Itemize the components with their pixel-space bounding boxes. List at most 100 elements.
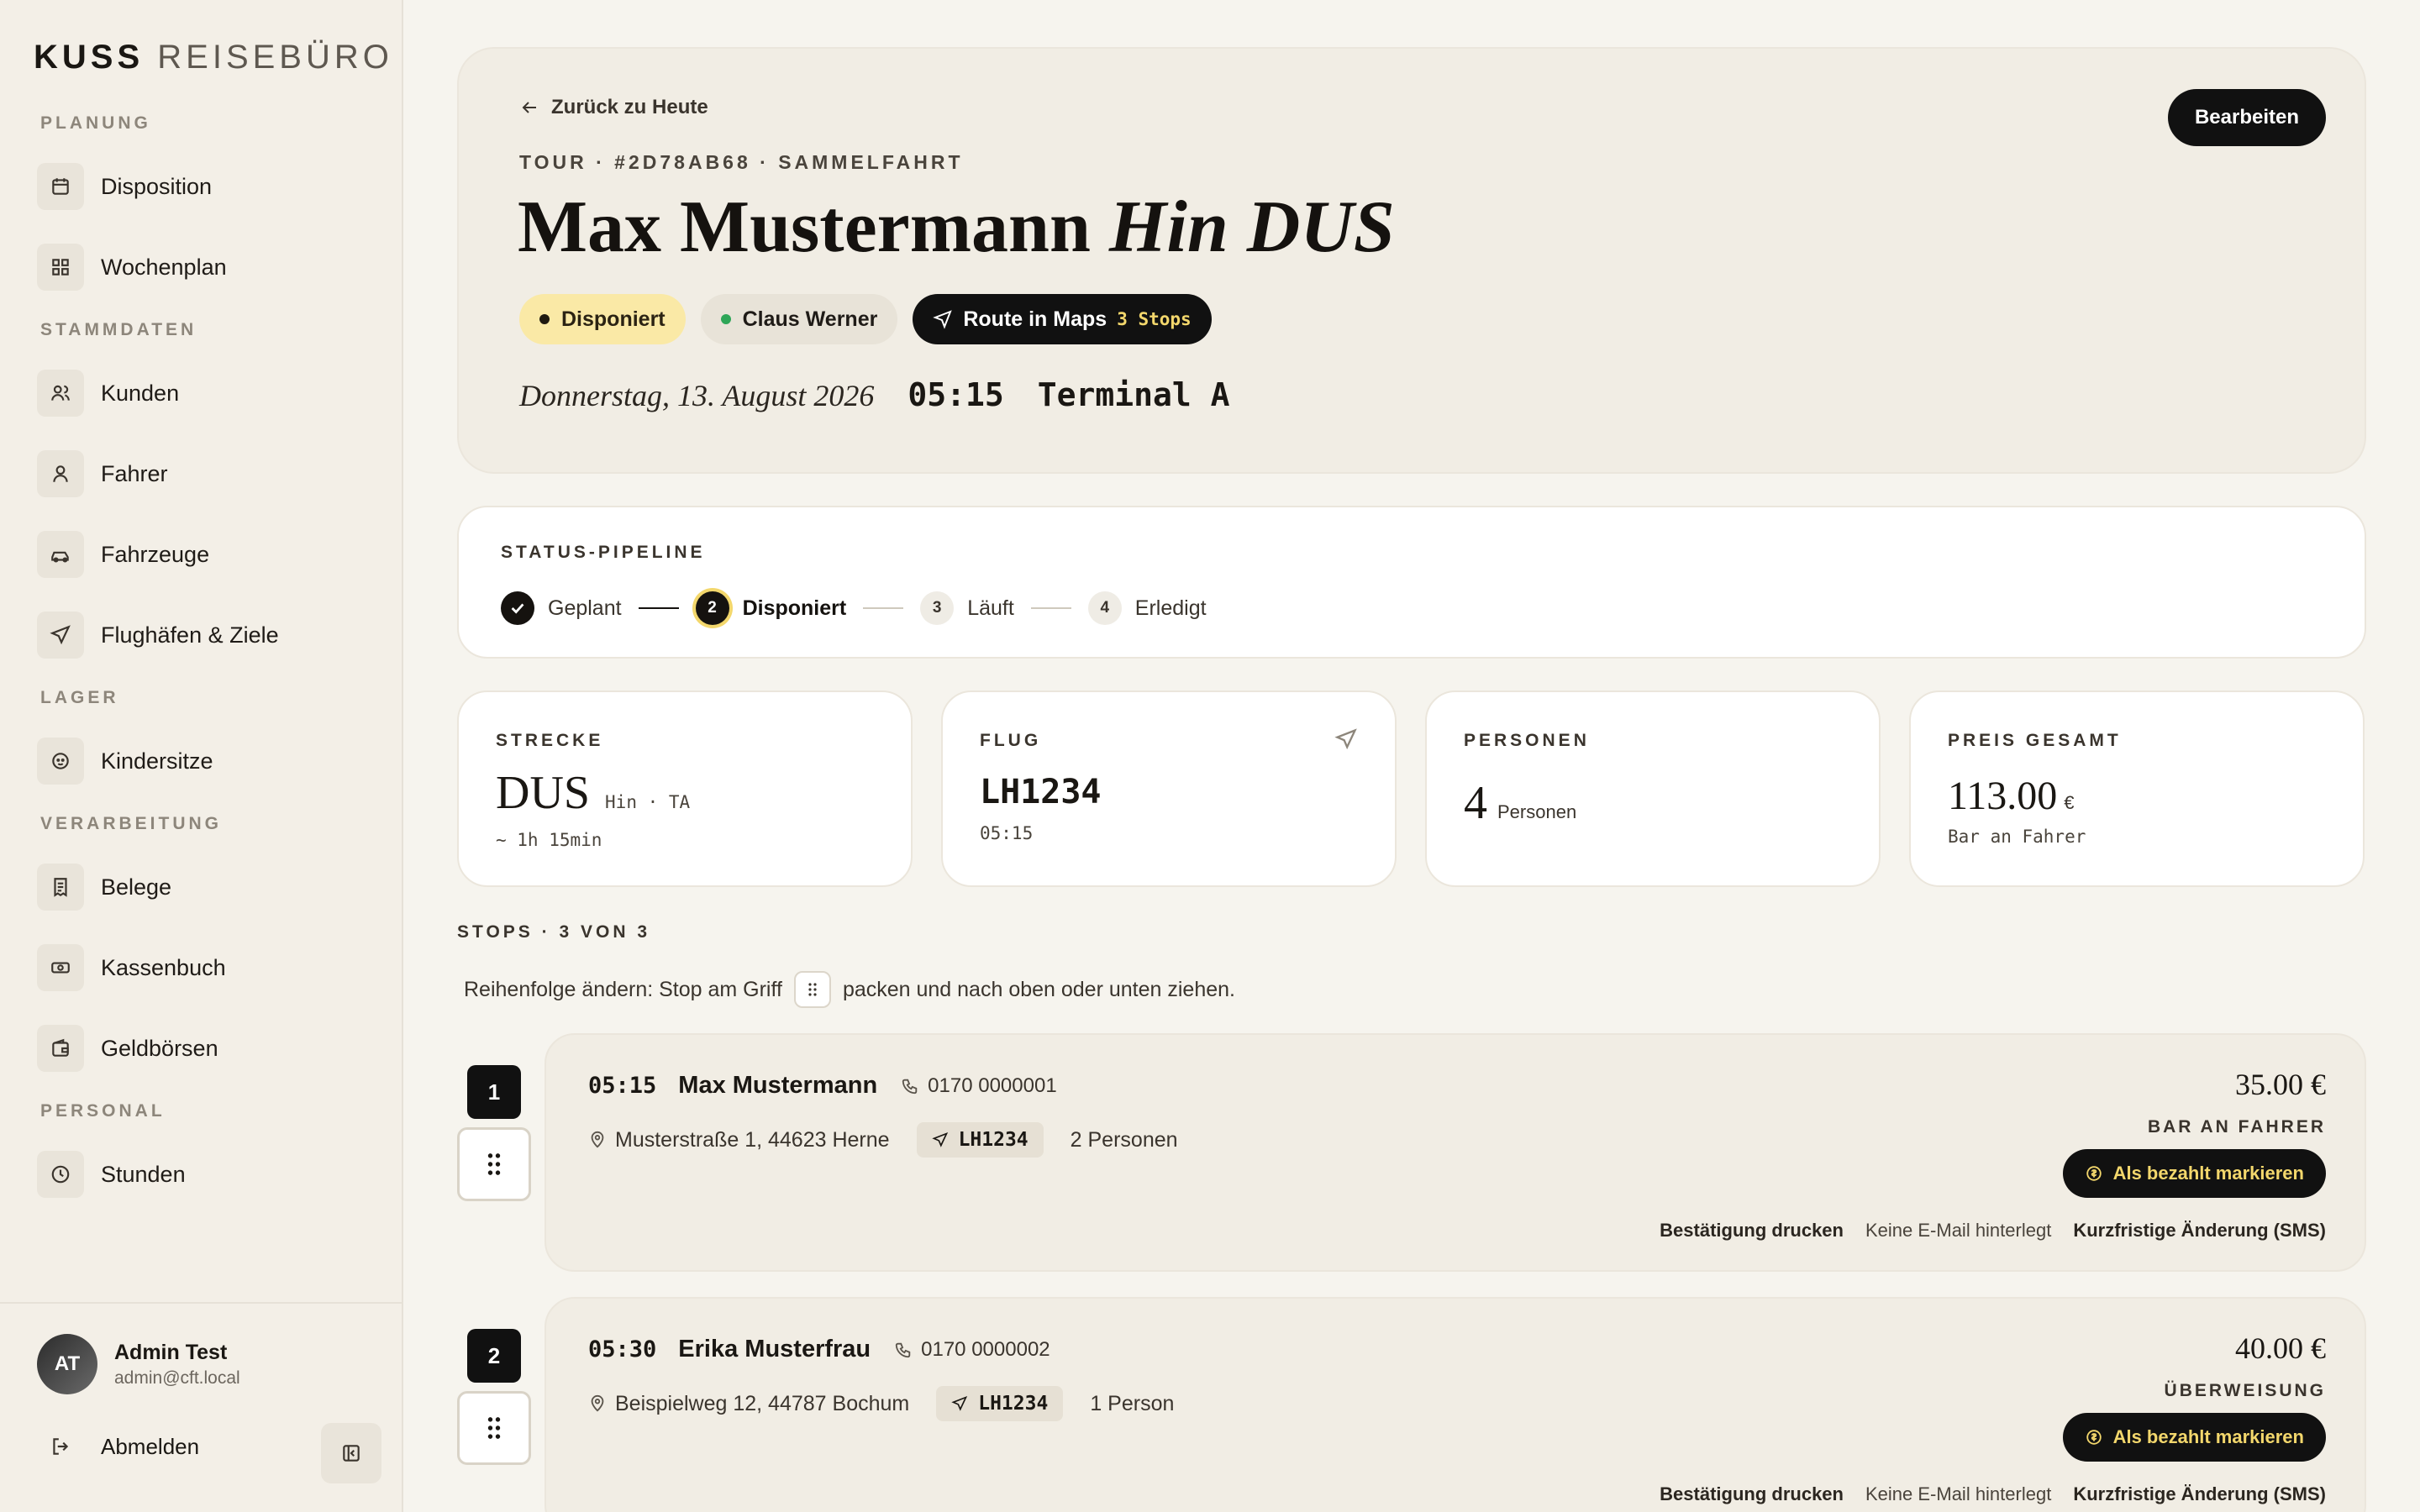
sidebar-item-kindersitze[interactable]: Kindersitze [0,721,402,801]
status-pipeline: STATUS-PIPELINE Geplant 2 Disponiert 3 L… [457,506,2366,659]
edit-button[interactable]: Bearbeiten [2167,89,2326,146]
stop-time: 05:15 [588,1073,657,1099]
tour-header: Zurück zu Heute TOUR · #2D78AB68 · SAMME… [457,47,2366,474]
tour-terminal: Terminal A [1037,376,1230,413]
brand-bold: KUSS [34,39,145,76]
mark-paid-button[interactable]: Als bezahlt markieren [2062,1413,2326,1462]
sidebar-item-geldboersen[interactable]: Geldbörsen [0,1008,402,1089]
route-label: Route in Maps [963,307,1107,331]
sidebar-item-disposition[interactable]: Disposition [0,146,402,227]
logout-label: Abmelden [101,1433,200,1459]
stop-drag-handle[interactable] [457,1391,531,1465]
stop-card: 05:15 Max Mustermann 0170 0000001 Muster… [544,1033,2366,1272]
logout-button[interactable]: Abmelden [37,1423,199,1470]
pipeline-label: STATUS-PIPELINE [501,543,706,562]
back-link[interactable]: Zurück zu Heute [519,96,708,119]
user-profile[interactable]: AT Admin Test admin@cft.local [37,1334,240,1394]
arrow-left-icon [522,102,536,113]
hint-after: packen und nach oben oder unten ziehen. [842,977,1235,1001]
user-icon [37,450,84,497]
collapse-sidebar-button[interactable] [321,1423,381,1483]
sidebar-item-kunden[interactable]: Kunden [0,353,402,433]
step-disponiert[interactable]: 2 Disponiert [695,591,846,625]
sidebar-item-label: Stunden [101,1161,186,1187]
sidebar-item-label: Disposition [101,173,213,199]
stop-row: 1 05:15 Max Mustermann 0170 0000001 Must… [457,1033,2366,1272]
sidebar-item-belege[interactable]: Belege [0,847,402,927]
sidebar-item-flughaefen[interactable]: Flughäfen & Ziele [0,595,402,675]
stop-drag-handle[interactable] [457,1127,531,1201]
sidebar-item-wochenplan[interactable]: Wochenplan [0,227,402,307]
step-label: Geplant [548,596,622,620]
print-confirmation-link[interactable]: Bestätigung drucken [1660,1483,1844,1505]
sidebar-item-stunden[interactable]: Stunden [0,1134,402,1215]
sidebar-item-label: Fahrzeuge [101,541,210,567]
users-icon [37,370,84,417]
route-tag: Hin · TA [605,792,691,812]
sidebar-item-kassenbuch[interactable]: Kassenbuch [0,927,402,1008]
route-duration: ~ 1h 15min [496,830,602,850]
persons-unit: Personen [1497,801,1577,822]
step-connector [638,607,679,609]
sms-change-link[interactable]: Kurzfristige Änderung (SMS) [2073,1483,2326,1505]
stop-phone[interactable]: 0170 0000002 [894,1338,1050,1362]
flight-chip: LH1234 [936,1386,1064,1421]
stop-persons: 2 Personen [1070,1127,1178,1152]
stop-row: 2 05:30 Erika Musterfrau 0170 0000002 Be… [457,1297,2366,1512]
address-text: Musterstraße 1, 44623 Herne [615,1127,890,1152]
baby-icon [37,738,84,785]
step-number: 2 [695,591,729,625]
nav-section-personal: PERSONAL [40,1101,166,1121]
card-value: DUS Hin · TA [496,766,690,820]
sidebar: KUSS REISEBÜRO PLANUNG Disposition Woche… [0,0,403,1512]
hint-before: Reihenfolge ändern: Stop am Griff [464,977,782,1001]
sidebar-item-label: Wochenplan [101,254,227,280]
nav-section-planung: PLANUNG [40,113,151,133]
no-email-note: Keine E-Mail hinterlegt [1865,1483,2052,1504]
stop-actions: Bestätigung drucken Keine E-Mail hinterl… [1660,1483,2326,1505]
brand-logo[interactable]: KUSS REISEBÜRO [34,39,393,76]
stop-number: 1 [467,1065,521,1119]
main-content: Zurück zu Heute TOUR · #2D78AB68 · SAMME… [457,47,2366,1512]
step-connector [1030,607,1071,609]
pipeline-steps: Geplant 2 Disponiert 3 Läuft 4 Erledigt [501,591,1207,625]
nav-section-lager: LAGER [40,688,119,707]
card-label: FLUG [980,731,1042,750]
cash-icon [37,944,84,991]
title-italic: Hin DUS [1108,186,1395,268]
step-geplant[interactable]: Geplant [501,591,622,625]
driver-dot-icon [720,314,731,324]
sidebar-nav: PLANUNG Disposition Wochenplan STAMMDATE… [0,101,402,1294]
coin-icon [2086,1430,2102,1445]
step-erledigt[interactable]: 4 Erledigt [1087,591,1207,625]
plane-icon [951,1395,968,1411]
step-laeuft[interactable]: 3 Läuft [920,591,1014,625]
status-label: Disponiert [561,307,666,331]
tour-chips: Disponiert Claus Werner Route in Maps 3 … [519,294,1212,344]
mark-paid-label: Als bezahlt markieren [2112,1163,2304,1184]
sidebar-item-fahrzeuge[interactable]: Fahrzeuge [0,514,402,595]
plane-icon [931,1131,948,1147]
stop-customer-name[interactable]: Erika Musterfrau [678,1336,871,1363]
phone-number: 0170 0000002 [921,1337,1050,1361]
sidebar-item-label: Kunden [101,380,180,406]
stop-actions: Bestätigung drucken Keine E-Mail hinterl… [1660,1220,2326,1242]
sidebar-item-fahrer[interactable]: Fahrer [0,433,402,514]
stop-phone[interactable]: 0170 0000001 [901,1074,1057,1098]
sms-change-link[interactable]: Kurzfristige Änderung (SMS) [2073,1220,2326,1242]
drag-handle-icon [487,1153,501,1175]
calendar-icon [37,163,84,210]
step-label: Erledigt [1134,596,1207,620]
mark-paid-button[interactable]: Als bezahlt markieren [2062,1149,2326,1198]
stop-customer-name[interactable]: Max Mustermann [678,1072,877,1100]
user-name: Admin Test [114,1340,228,1364]
nav-section-verarbeitung: VERARBEITUNG [40,814,223,833]
phone-icon [895,1342,911,1357]
drag-handle-icon [793,971,831,1008]
card-personen: PERSONEN 4 Personen [1425,690,1881,887]
sidebar-item-label: Geldbörsen [101,1035,218,1061]
summary-cards: STRECKE DUS Hin · TA ~ 1h 15min FLUG LH1… [457,690,2366,887]
stop-payment-method: ÜBERWEISUNG [2164,1381,2326,1400]
print-confirmation-link[interactable]: Bestätigung drucken [1660,1220,1844,1242]
route-maps-button[interactable]: Route in Maps 3 Stops [913,294,1212,344]
